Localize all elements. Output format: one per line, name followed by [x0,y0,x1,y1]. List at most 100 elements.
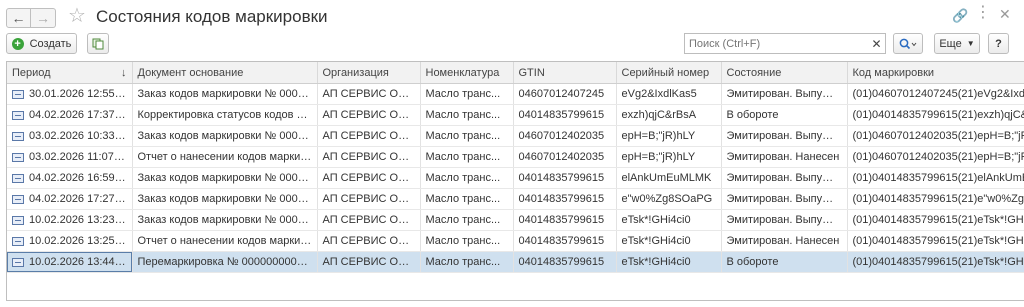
code-cell[interactable]: (01)04014835799615(21)e"w0%Zg8S [847,188,1024,210]
help-button[interactable]: ? [988,33,1009,54]
link-icon[interactable]: 🔗 [952,9,968,23]
document-cell[interactable]: Заказ кодов маркировки № 00000... [132,167,318,189]
period-cell[interactable]: 04.02.2026 16:59:14 [7,167,133,189]
nomenclature-cell[interactable]: Масло транс... [420,209,514,231]
state-cell[interactable]: Эмитирован. Нанесен [721,230,848,252]
organization-cell[interactable]: АП СЕРВИС ООО [317,104,421,126]
state-cell[interactable]: Эмитирован. Выпущен [721,83,848,105]
serial-cell[interactable]: e"w0%Zg8SOaPG [616,188,722,210]
nomenclature-cell[interactable]: Масло транс... [420,167,514,189]
period-cell[interactable]: 03.02.2026 10:33:14 [7,125,133,147]
serial-cell[interactable]: eVg2&IxdlKas5 [616,83,722,105]
state-cell[interactable]: Эмитирован. Нанесен [721,146,848,168]
code-cell[interactable]: (01)04607012402035(21)epH=B;"jR [847,146,1024,168]
gtin-cell[interactable]: 04014835799615 [513,104,617,126]
state-cell[interactable]: Эмитирован. Выпущен [721,209,848,231]
nomenclature-cell[interactable]: Масло транс... [420,146,514,168]
nomenclature-cell[interactable]: Масло транс... [420,230,514,252]
code-cell[interactable]: (01)04607012407245(21)eVg2&Ixd [847,83,1024,105]
table-row[interactable]: 10.02.2026 13:25:00 Отчет о нанесении код… [7,230,1024,252]
state-cell[interactable]: В обороте [721,251,848,273]
document-cell[interactable]: Корректировка статусов кодов ма... [132,104,318,126]
organization-cell[interactable]: АП СЕРВИС ООО [317,251,421,273]
table-row[interactable]: 03.02.2026 10:33:14 Заказ кодов маркировк… [7,125,1024,147]
column-header-period[interactable]: Период ↓ [7,62,133,84]
nomenclature-cell[interactable]: Масло транс... [420,125,514,147]
nomenclature-cell[interactable]: Масло транс... [420,104,514,126]
copy-button[interactable] [87,33,109,54]
code-cell[interactable]: (01)04014835799615(21)eTsk*!GHi4 [847,251,1024,273]
close-icon[interactable]: ✕ [999,7,1011,21]
organization-cell[interactable]: АП СЕРВИС ООО [317,167,421,189]
forward-button[interactable]: → [31,8,56,28]
column-header-organization[interactable]: Организация [317,62,421,84]
period-cell[interactable]: 03.02.2026 11:07:06 [7,146,133,168]
clear-search-icon[interactable]: ✕ [868,34,885,53]
period-cell[interactable]: 04.02.2026 17:27:58 [7,188,133,210]
table-row[interactable]: 04.02.2026 17:37:48 Корректировка статусо… [7,104,1024,126]
document-cell[interactable]: Заказ кодов маркировки № 00000... [132,125,318,147]
code-cell[interactable]: (01)04014835799615(21)exzh)qjC&r [847,104,1024,126]
organization-cell[interactable]: АП СЕРВИС ООО [317,188,421,210]
column-header-state[interactable]: Состояние [721,62,848,84]
nomenclature-cell[interactable]: Масло транс... [420,251,514,273]
table-row[interactable]: 30.01.2026 12:55:13 Заказ кодов маркировк… [7,83,1024,105]
organization-cell[interactable]: АП СЕРВИС ООО [317,209,421,231]
serial-cell[interactable]: epH=B;"jR)hLY [616,125,722,147]
nomenclature-cell[interactable]: Масло транс... [420,83,514,105]
column-header-document[interactable]: Документ основание [132,62,318,84]
table-row[interactable]: 04.02.2026 16:59:14 Заказ кодов маркировк… [7,167,1024,189]
document-cell[interactable]: Отчет о нанесении кодов маркиро... [132,230,318,252]
gtin-cell[interactable]: 04607012407245 [513,83,617,105]
document-cell[interactable]: Перемаркировка № 00000000006 ... [132,251,318,273]
gtin-cell[interactable]: 04607012402035 [513,146,617,168]
organization-cell[interactable]: АП СЕРВИС ООО [317,83,421,105]
serial-cell[interactable]: epH=B;"jR)hLY [616,146,722,168]
more-vertical-icon[interactable]: ⋮ [975,5,991,21]
document-cell[interactable]: Заказ кодов маркировки № 00000... [132,209,318,231]
code-cell[interactable]: (01)04014835799615(21)eTsk*!GHi4 [847,209,1024,231]
document-cell[interactable]: Заказ кодов маркировки № 00000... [132,83,318,105]
more-button[interactable]: Еще ▼ [934,33,980,54]
column-header-gtin[interactable]: GTIN [513,62,617,84]
serial-cell[interactable]: elAnkUmEuMLMK [616,167,722,189]
serial-cell[interactable]: eTsk*!GHi4ci0 [616,251,722,273]
search-input[interactable] [684,33,886,54]
state-cell[interactable]: Эмитирован. Выпущен [721,188,848,210]
column-header-serial[interactable]: Серийный номер [616,62,722,84]
code-cell[interactable]: (01)04014835799615(21)eTsk*!GHi4 [847,230,1024,252]
serial-cell[interactable]: eTsk*!GHi4ci0 [616,209,722,231]
gtin-cell[interactable]: 04014835799615 [513,251,617,273]
state-cell[interactable]: В обороте [721,104,848,126]
code-cell[interactable]: (01)04607012402035(21)epH=B;"jR [847,125,1024,147]
code-cell[interactable]: (01)04014835799615(21)elAnkUmEu [847,167,1024,189]
gtin-cell[interactable]: 04014835799615 [513,230,617,252]
period-cell[interactable]: 30.01.2026 12:55:13 [7,83,133,105]
period-cell[interactable]: 10.02.2026 13:23:17 [7,209,133,231]
state-cell[interactable]: Эмитирован. Выпущен [721,125,848,147]
document-cell[interactable]: Отчет о нанесении кодов маркиро... [132,146,318,168]
search-button[interactable] [893,33,923,54]
period-cell[interactable]: 10.02.2026 13:44:03 [7,251,133,273]
gtin-cell[interactable]: 04014835799615 [513,167,617,189]
column-header-nomenclature[interactable]: Номенклатура [420,62,514,84]
table-row[interactable]: 04.02.2026 17:27:58 Заказ кодов маркировк… [7,188,1024,210]
serial-cell[interactable]: exzh)qjC&rBsA [616,104,722,126]
back-button[interactable]: ← [6,8,31,28]
organization-cell[interactable]: АП СЕРВИС ООО [317,125,421,147]
table-row[interactable]: 10.02.2026 13:44:03 Перемаркировка № 0000… [7,251,1024,273]
document-cell[interactable]: Заказ кодов маркировки № 00000... [132,188,318,210]
gtin-cell[interactable]: 04014835799615 [513,209,617,231]
column-header-code[interactable]: Код маркировки [847,62,1024,84]
organization-cell[interactable]: АП СЕРВИС ООО [317,146,421,168]
create-button[interactable]: + Создать [6,33,77,54]
nomenclature-cell[interactable]: Масло транс... [420,188,514,210]
serial-cell[interactable]: eTsk*!GHi4ci0 [616,230,722,252]
gtin-cell[interactable]: 04014835799615 [513,188,617,210]
state-cell[interactable]: Эмитирован. Выпущен [721,167,848,189]
period-cell[interactable]: 04.02.2026 17:37:48 [7,104,133,126]
table-row[interactable]: 10.02.2026 13:23:17 Заказ кодов маркировк… [7,209,1024,231]
organization-cell[interactable]: АП СЕРВИС ООО [317,230,421,252]
period-cell[interactable]: 10.02.2026 13:25:00 [7,230,133,252]
table-row[interactable]: 03.02.2026 11:07:06 Отчет о нанесении код… [7,146,1024,168]
